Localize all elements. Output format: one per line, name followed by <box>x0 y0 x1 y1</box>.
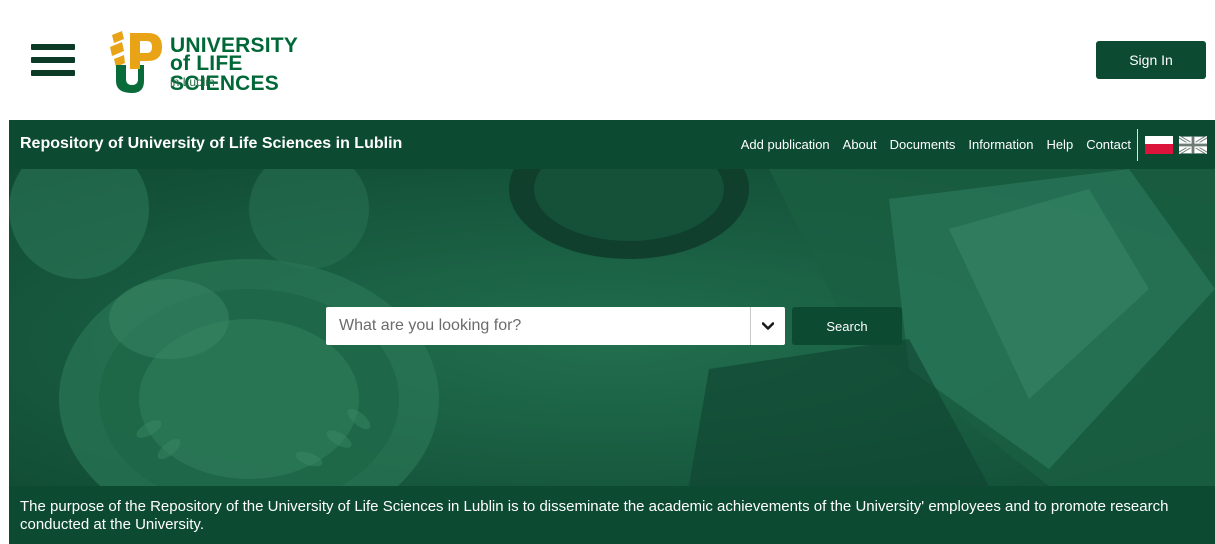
search-input[interactable] <box>326 307 750 345</box>
search-filter-dropdown[interactable] <box>750 307 785 345</box>
flag-uk-icon[interactable] <box>1179 135 1207 154</box>
repository-title[interactable]: Repository of University of Life Science… <box>20 135 402 153</box>
nav-link-add-publication[interactable]: Add publication <box>741 137 830 152</box>
chevron-down-icon <box>762 321 774 330</box>
purpose-statement: The purpose of the Repository of the Uni… <box>9 486 1215 544</box>
purpose-text: The purpose of the Repository of the Uni… <box>20 498 1169 533</box>
search-bar <box>326 307 785 345</box>
flag-poland-icon[interactable] <box>1145 135 1173 154</box>
nav-link-contact[interactable]: Contact <box>1086 137 1131 152</box>
top-header: UNIVERSITY of LIFE SCIENCES in Lublin Si… <box>0 0 1215 120</box>
hamburger-menu-icon[interactable] <box>31 44 75 76</box>
logo-mark-icon <box>110 31 162 93</box>
search-button[interactable]: Search <box>792 307 902 345</box>
logo-line-3: in Lublin <box>170 75 215 89</box>
nav-link-documents[interactable]: Documents <box>890 137 956 152</box>
nav-link-information[interactable]: Information <box>968 137 1033 152</box>
university-logo[interactable]: UNIVERSITY of LIFE SCIENCES in Lublin <box>108 29 348 94</box>
main-navbar: Repository of University of Life Science… <box>9 120 1215 169</box>
nav-links: Add publication About Documents Informat… <box>741 120 1215 169</box>
sign-in-button[interactable]: Sign In <box>1096 41 1206 79</box>
nav-link-about[interactable]: About <box>843 137 877 152</box>
hero-banner: Search <box>9 169 1215 486</box>
nav-link-help[interactable]: Help <box>1046 137 1073 152</box>
nav-divider <box>1137 128 1138 161</box>
